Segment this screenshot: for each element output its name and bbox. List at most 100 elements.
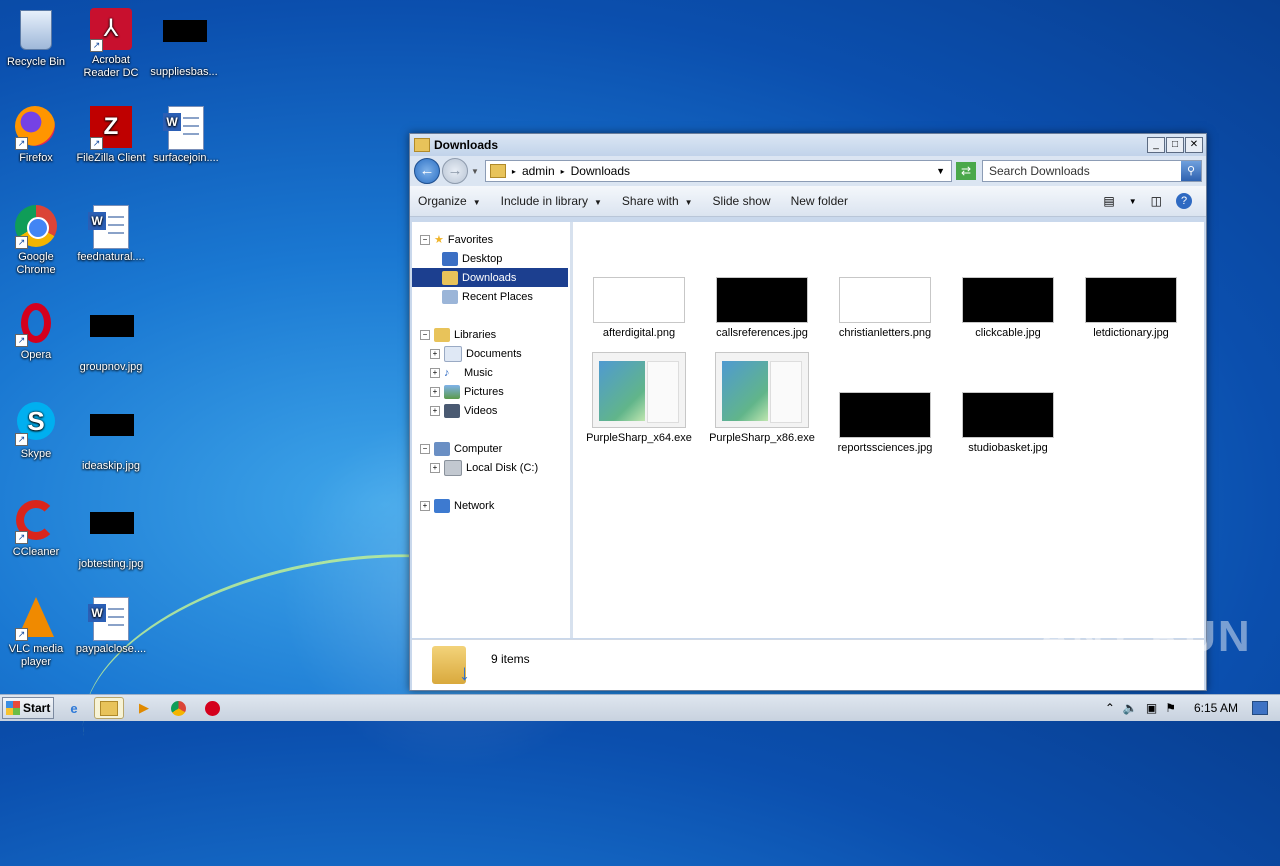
title-bar[interactable]: Downloads _ □ ✕ xyxy=(410,134,1206,156)
file-list[interactable]: afterdigital.png callsreferences.jpg chr… xyxy=(573,222,1204,638)
image-file-icon xyxy=(90,414,134,458)
desktop-icon-firefox[interactable]: ↗ Firefox xyxy=(0,106,72,165)
desktop-icon-chrome[interactable]: ↗ Google Chrome xyxy=(0,205,72,277)
search-icon[interactable]: ⚲ xyxy=(1181,161,1201,181)
show-hidden-icons-icon[interactable]: ⌃ xyxy=(1105,701,1115,715)
taskbar-media-player[interactable]: ▶ xyxy=(130,698,158,718)
desktop-icon-jobtesting[interactable]: jobtesting.jpg xyxy=(75,500,147,571)
new-folder-button[interactable]: New folder xyxy=(791,194,848,208)
file-item[interactable]: letdictionary.jpg xyxy=(1076,277,1186,339)
breadcrumb-separator-icon[interactable]: ▸ xyxy=(512,167,516,176)
search-box[interactable]: Search Downloads ⚲ xyxy=(982,160,1202,182)
computer-icon xyxy=(434,441,450,456)
expand-icon[interactable]: + xyxy=(430,367,440,378)
breadcrumb-separator-icon[interactable]: ▸ xyxy=(561,167,565,176)
expand-icon[interactable]: + xyxy=(430,462,440,473)
collapse-icon[interactable]: − xyxy=(420,234,430,245)
desktop-icon-surfacejoin[interactable]: W surfacejoin.... xyxy=(150,106,222,165)
taskbar-chrome[interactable] xyxy=(164,698,192,718)
navigation-pane[interactable]: − ★ Favorites Desktop Downloads Recent P… xyxy=(412,222,573,638)
expand-icon[interactable]: + xyxy=(430,405,440,416)
nav-favorites[interactable]: − ★ Favorites xyxy=(412,230,570,249)
recent-pages-chevron-icon[interactable]: ▼ xyxy=(471,167,479,176)
address-bar[interactable]: ▸ admin ▸ Downloads ▼ xyxy=(484,160,952,182)
desktop-icon-paypalclose[interactable]: W paypalclose.... xyxy=(75,597,147,656)
close-button[interactable]: ✕ xyxy=(1185,137,1203,153)
desktop-icon-skype[interactable]: S ↗ Skype xyxy=(0,402,72,461)
view-options-chevron-icon[interactable]: ▼ xyxy=(1129,197,1137,206)
file-item[interactable]: studiobasket.jpg xyxy=(953,392,1063,454)
file-item[interactable]: afterdigital.png xyxy=(584,277,694,339)
folder-icon xyxy=(100,700,118,716)
file-item[interactable]: callsreferences.jpg xyxy=(707,277,817,339)
image-thumbnail xyxy=(839,277,931,323)
nav-music[interactable]: + ♪ Music xyxy=(412,363,570,382)
desktop-icon-vlc[interactable]: ↗ VLC media player xyxy=(0,597,72,669)
folder-icon xyxy=(414,138,430,152)
forward-button[interactable]: → xyxy=(442,158,468,184)
chrome-icon: ↗ xyxy=(15,205,57,249)
desktop-icon xyxy=(442,251,458,266)
nav-computer[interactable]: − Computer xyxy=(412,439,570,458)
image-thumbnail xyxy=(962,392,1054,438)
desktop-icon-opera[interactable]: ↗ Opera xyxy=(0,303,72,362)
expand-icon[interactable]: + xyxy=(420,500,430,511)
refresh-button[interactable]: ⇄ xyxy=(956,162,976,180)
desktop-icon-filezilla[interactable]: Z ↗ FileZilla Client xyxy=(75,106,147,165)
organize-button[interactable]: Organize ▼ xyxy=(418,194,481,208)
desktop-icon-groupnov[interactable]: groupnov.jpg xyxy=(75,303,147,374)
taskbar-internet-explorer[interactable]: e xyxy=(60,698,88,718)
back-button[interactable]: ← xyxy=(414,158,440,184)
desktop-icon-feednatural[interactable]: W feednatural.... xyxy=(75,205,147,264)
search-input[interactable]: Search Downloads xyxy=(983,164,1181,178)
collapse-icon[interactable]: − xyxy=(420,443,430,454)
nav-pictures[interactable]: + Pictures xyxy=(412,382,570,401)
chrome-icon xyxy=(170,700,186,716)
system-tray: ⌃ 🔈 ▣ ⚑ 6:15 AM xyxy=(1105,701,1280,715)
clock[interactable]: 6:15 AM xyxy=(1194,701,1238,715)
file-item[interactable]: PurpleSharp_x64.exe xyxy=(584,352,694,444)
library-folder-icon xyxy=(489,164,506,178)
file-item[interactable]: clickcable.jpg xyxy=(953,277,1063,339)
nav-videos[interactable]: + Videos xyxy=(412,401,570,420)
volume-icon[interactable]: 🔈 xyxy=(1123,701,1138,715)
address-dropdown-icon[interactable]: ▼ xyxy=(936,166,945,176)
star-icon: ★ xyxy=(434,234,444,246)
desktop-icon-ccleaner[interactable]: ↗ CCleaner xyxy=(0,500,72,559)
desktop-icon-recycle-bin[interactable]: Recycle Bin xyxy=(0,8,72,69)
nav-libraries[interactable]: − Libraries xyxy=(412,325,570,344)
preview-pane-icon[interactable]: ◫ xyxy=(1151,194,1162,208)
nav-network[interactable]: + Network xyxy=(412,496,570,515)
action-center-flag-icon[interactable]: ⚑ xyxy=(1165,701,1176,715)
file-item[interactable]: PurpleSharp_x86.exe xyxy=(707,352,817,444)
taskbar-opera[interactable] xyxy=(198,698,226,718)
file-item[interactable]: christianletters.png xyxy=(830,277,940,339)
nav-recent-places[interactable]: Recent Places xyxy=(412,287,570,306)
include-in-library-button[interactable]: Include in library ▼ xyxy=(501,194,602,208)
nav-downloads[interactable]: Downloads xyxy=(412,268,568,287)
file-item[interactable]: reportssciences.jpg xyxy=(830,392,940,454)
expand-icon[interactable]: + xyxy=(430,386,440,397)
desktop-icon-suppliesbas[interactable]: suppliesbas... xyxy=(148,8,220,79)
change-view-icon[interactable]: ▤ xyxy=(1103,194,1114,208)
start-button[interactable]: Start xyxy=(2,697,54,719)
share-with-button[interactable]: Share with ▼ xyxy=(622,194,693,208)
show-desktop-button[interactable] xyxy=(1252,701,1268,715)
maximize-button[interactable]: □ xyxy=(1166,137,1184,153)
slide-show-button[interactable]: Slide show xyxy=(713,194,771,208)
videos-icon xyxy=(444,403,460,418)
breadcrumb-downloads[interactable]: Downloads xyxy=(571,164,630,178)
desktop-icon-ideaskip[interactable]: ideaskip.jpg xyxy=(75,402,147,473)
taskbar-explorer[interactable] xyxy=(94,697,124,719)
nav-local-disk[interactable]: + Local Disk (C:) xyxy=(412,458,570,477)
explorer-window[interactable]: Downloads _ □ ✕ ← → ▼ ▸ admin ▸ Download… xyxy=(409,133,1207,691)
nav-desktop[interactable]: Desktop xyxy=(412,249,570,268)
desktop-icon-acrobat[interactable]: ⅄ ↗ Acrobat Reader DC xyxy=(75,8,147,80)
breadcrumb-admin[interactable]: admin xyxy=(522,164,555,178)
help-icon[interactable]: ? xyxy=(1176,193,1192,209)
nav-documents[interactable]: + Documents xyxy=(412,344,570,363)
expand-icon[interactable]: + xyxy=(430,348,440,359)
minimize-button[interactable]: _ xyxy=(1147,137,1165,153)
network-icon[interactable]: ▣ xyxy=(1146,701,1157,715)
collapse-icon[interactable]: − xyxy=(420,329,430,340)
